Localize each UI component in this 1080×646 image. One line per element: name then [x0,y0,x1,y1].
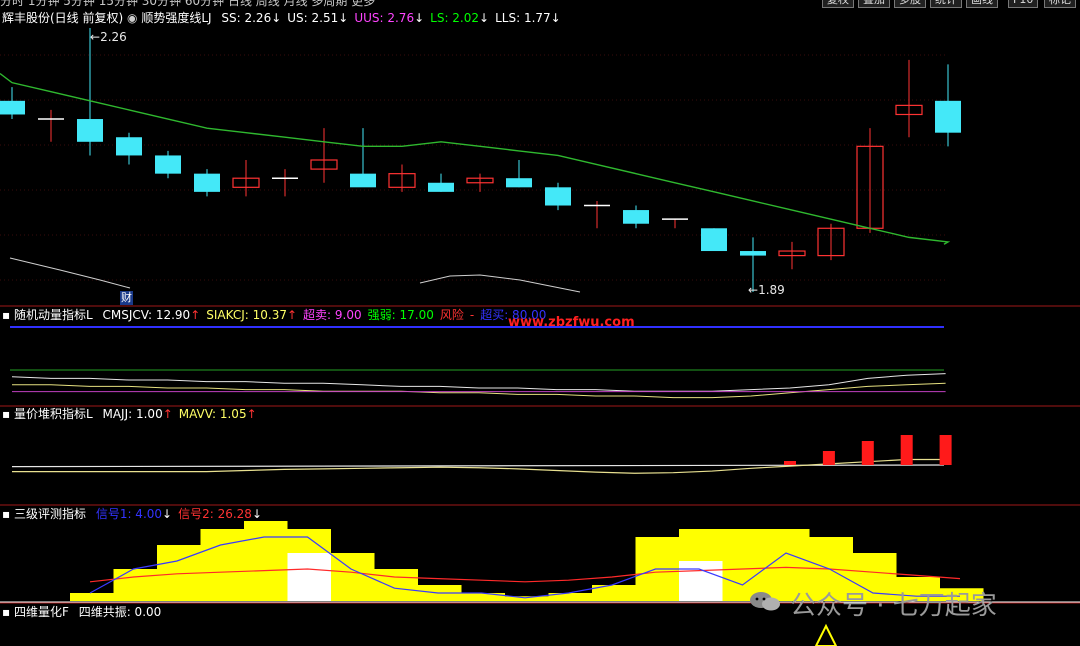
candle-body-5 [194,173,220,192]
indicator-name[interactable]: 顺势强度线LJ [141,11,211,25]
chart-window: 分时 1分钟 5分钟 15分钟 30分钟 60分钟 日线 周线 月线 多周期 更… [0,0,1080,646]
support-curve-mid [419,274,581,293]
arrow-up-icon: ↑ [246,407,257,421]
pane3-value-0: MAJJ: 1.00 [102,407,163,421]
multi-stock-button[interactable]: 多股 [894,0,926,8]
pane5-name[interactable]: 四维量化F [14,605,69,619]
arrow-left-icon: ← [748,283,759,297]
pane1-value-2: UUS: 2.76 [354,11,415,25]
arrow-up-icon: ↑ [162,407,173,421]
arrow-down-icon: ↓ [162,507,173,521]
arrow-down-icon: ↓ [479,11,490,25]
pane1-value-3: LS: 2.02 [430,11,480,25]
arrow-down-icon: ↓ [271,11,282,25]
pane3-name[interactable]: 量价堆积指标L [14,407,93,421]
financial-event-marker[interactable]: 财 [120,291,133,305]
pane3-value-1: MAVV: 1.05 [178,407,247,421]
arrow-down-icon: ↓ [251,507,263,521]
stock-name: 辉丰股份(日线 前复权) [2,11,124,25]
pane4-value-1: 信号2: 26.28 [178,507,252,521]
watermark-text: 公众号 · 七万起家 [790,591,997,621]
pane2-value-0: CMSJCV: 12.90 [102,308,191,322]
collapse-icon[interactable]: ▪ [2,407,10,421]
pane2-value-2: 超卖: 9.00 [303,308,362,322]
candle-body-9 [350,173,376,188]
mark-button[interactable]: 标记 [1044,0,1076,8]
volume-bar-21 [822,451,835,465]
draw-button[interactable]: 画线 [966,0,998,8]
pane3-title: ▪ 量价堆积指标L MAJJ: 1.00↑ MAVV: 1.05↑ [2,407,257,421]
collapse-icon[interactable]: ▪ [2,605,10,619]
pane5-title: ▪ 四维量化F 四维共振: 0.00 [2,605,161,619]
candle-body-3 [116,137,142,156]
pane4-name[interactable]: 三级评测指标 [14,507,86,521]
f10-button[interactable]: F10 [1008,0,1039,8]
arrow-up-icon: ↑ [190,308,201,322]
indicator-toggle-icon[interactable]: ◉ [127,11,137,25]
pane1-title: 辉丰股份(日线 前复权) ◉ 顺势强度线LJ SS: 2.26↓ US: 2.51… [2,11,561,25]
candle-body-14 [545,187,571,206]
pane1-values: SS: 2.26↓ US: 2.51↓ UUS: 2.76↓ LS: 2.02↓ LLS… [215,11,560,25]
pane4-title: ▪ 三级评测指标 信号1: 4.00↓ 信号2: 26.28↓ [2,507,262,521]
arrow-down-icon: ↓ [550,11,561,25]
arrow-up-icon: ↑ [286,308,298,322]
signal-white-block-5 [287,553,331,601]
pane1-value-4: LLS: 1.77 [495,11,551,25]
pane2-name[interactable]: 随机动量指标L [14,308,93,322]
candle-body-2 [77,119,103,142]
volume-bar-24 [939,435,952,465]
pane2-value-4: 风险 [439,308,464,322]
arrow-down-icon: ↓ [414,11,425,25]
collapse-icon[interactable]: ▪ [2,308,10,322]
pane5-value-0: 四维共振: 0.00 [78,605,162,619]
arrow-left-icon: ← [90,30,101,44]
pane4-values: 信号1: 4.00↓ 信号2: 26.28↓ [90,507,262,521]
period-tabs[interactable]: 分时 1分钟 5分钟 15分钟 30分钟 60分钟 日线 周线 月线 多周期 更… [0,0,375,9]
siakcj-line [12,382,946,399]
pane2-value-5: - [469,308,475,322]
pane4-value-0: 信号1: 4.00 [95,507,163,521]
high-value: 2.26 [100,30,127,44]
candle-body-19 [740,251,766,256]
cmsjcv-line [11,373,946,392]
high-price-label: ←2.26 [90,30,127,44]
wechat-icon [748,590,782,612]
candle-body-13 [506,178,532,188]
candle-body-0 [0,100,25,115]
candle-body-18 [701,228,727,252]
candle-body-16 [623,210,649,224]
candle-body-4 [155,155,181,174]
overlay-button[interactable]: 叠加 [858,0,890,8]
candle-body-11 [428,182,454,192]
collapse-icon[interactable]: ▪ [2,507,10,521]
pane2-title: ▪ 随机动量指标L CMSJCV: 12.90↑ SIAKCJ: 10.37↑ 超卖… [2,308,546,322]
pane2-value-1: SIAKCJ: 10.37 [206,308,287,322]
ma-line [0,72,951,245]
url-watermark: www.zbzfwu.com [508,315,635,330]
signal-white-block-14 [679,561,723,601]
pane2-values: CMSJCV: 12.90↑ SIAKCJ: 10.37↑ 超卖: 9.00 强弱: … [96,308,546,322]
pane1-value-1: US: 2.51 [287,11,339,25]
fuquan-button[interactable]: 复权 [822,0,854,8]
volume-bar-20 [784,461,796,465]
pane3-values: MAJJ: 1.00↑ MAVV: 1.05↑ [96,407,256,421]
candle-body-24 [935,100,961,133]
support-curve-left [9,257,131,289]
pane5-values: 四维共振: 0.00 [73,605,162,619]
volume-bar-23 [900,435,913,465]
stats-button[interactable]: 统计 [930,0,962,8]
low-value: 1.89 [758,283,785,297]
low-price-label: ←1.89 [748,283,785,297]
resonance-triangle-marker [814,623,838,646]
pane1-value-0: SS: 2.26 [221,11,272,25]
arrow-down-icon: ↓ [338,11,349,25]
volume-bar-22 [861,441,874,465]
pane2-value-3: 强弱: 17.00 [367,308,434,322]
